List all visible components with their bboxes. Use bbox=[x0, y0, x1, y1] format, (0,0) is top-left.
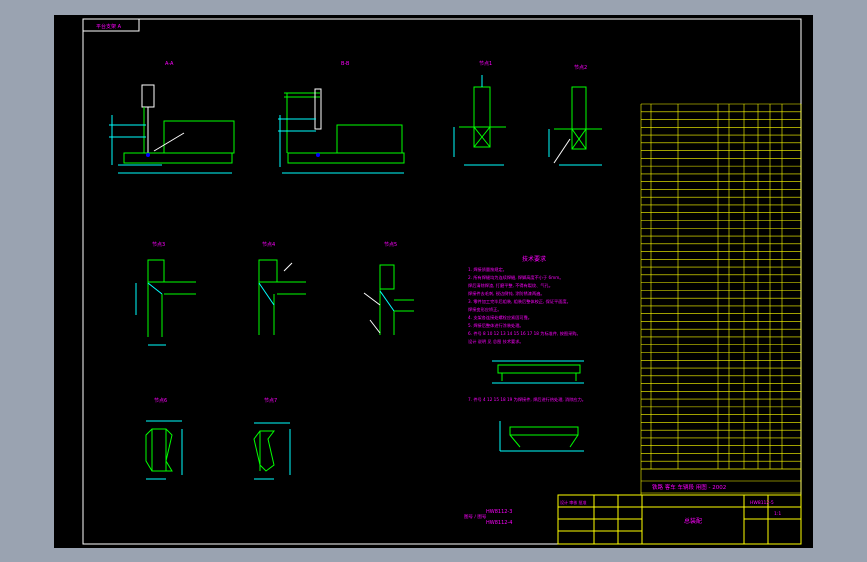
detail-7: 节点7 bbox=[253, 398, 291, 480]
svg-text:焊后清除焊渣, 打磨平整, 不得有裂纹、气孔。: 焊后清除焊渣, 打磨平整, 不得有裂纹、气孔。 bbox=[468, 282, 553, 289]
side-view: B-B bbox=[278, 61, 405, 174]
technical-notes: 技术要求 1. 焊接质量按规定。 2. 所有焊缝均为连续焊缝, 焊脚高度不小于 … bbox=[468, 255, 586, 403]
svg-text:焊接件去毛刺, 锐边倒钝, 涂防锈漆两遍。: 焊接件去毛刺, 锐边倒钝, 涂防锈漆两遍。 bbox=[468, 290, 545, 297]
svg-text:5. 焊接后整体进行涂装处理。: 5. 焊接后整体进行涂装处理。 bbox=[468, 322, 524, 329]
svg-text:1:1: 1:1 bbox=[774, 511, 781, 517]
drawing-no-a: HW8112-3 bbox=[486, 509, 512, 515]
svg-text:7. 件号 4 12 15 18 19 为焊接件, 焊后进行: 7. 件号 4 12 15 18 19 为焊接件, 焊后进行热处理, 消除应力。 bbox=[468, 396, 586, 403]
parts-table: 铁路 客车 车辆段 用图 - 2002 bbox=[640, 103, 802, 495]
side-base bbox=[287, 152, 405, 164]
org-line: 铁路 客车 车辆段 用图 - 2002 bbox=[652, 483, 726, 491]
svg-text:6. 件号 8 10 12 13 14 15 16 17 1: 6. 件号 8 10 12 13 14 15 16 17 18 为标准件, 按图… bbox=[468, 330, 581, 337]
notes-title: 技术要求 bbox=[522, 255, 546, 263]
stamp-text: 平台支架 A bbox=[96, 23, 122, 30]
svg-text:节点5: 节点5 bbox=[384, 242, 397, 248]
svg-text:焊接变形应矫正。: 焊接变形应矫正。 bbox=[468, 306, 502, 313]
drawing-sheet: 平台支架 A A-A B-B 节点1 节点2 节点3 节点4 节点5 节点6 节… bbox=[54, 15, 813, 548]
side-view-label: B-B bbox=[341, 61, 350, 67]
svg-text:节点6: 节点6 bbox=[154, 398, 167, 404]
note-sketch-1 bbox=[492, 360, 584, 384]
svg-text:节点1: 节点1 bbox=[479, 61, 492, 67]
svg-text:设计 审核 批准: 设计 审核 批准 bbox=[560, 499, 587, 505]
detail-5: 节点5 bbox=[363, 242, 414, 335]
svg-text:1. 焊接质量按规定。: 1. 焊接质量按规定。 bbox=[468, 266, 507, 273]
svg-text:HW8112-5: HW8112-5 bbox=[750, 500, 774, 506]
drawing-no-b: HW8112-4 bbox=[486, 520, 512, 526]
front-view: A-A bbox=[109, 61, 235, 174]
svg-text:节点7: 节点7 bbox=[264, 398, 277, 404]
svg-text:3. 零件加工完毕后组装, 组装后整体校正, 保证平面度。: 3. 零件加工完毕后组装, 组装后整体校正, 保证平面度。 bbox=[468, 298, 571, 305]
detail-4: 节点4 bbox=[258, 242, 306, 335]
detail-2: 节点2 bbox=[548, 65, 602, 166]
front-box bbox=[163, 120, 235, 154]
svg-text:节点2: 节点2 bbox=[574, 65, 587, 71]
detail-3: 节点3 bbox=[135, 242, 196, 346]
front-base bbox=[123, 152, 233, 164]
svg-text:节点4: 节点4 bbox=[262, 242, 275, 248]
title-block: 设计 审核 批准 总装配 HW8112-5 1:1 bbox=[557, 494, 802, 545]
front-post-top bbox=[141, 84, 155, 108]
side-box bbox=[336, 124, 403, 154]
svg-text:4. 支架各连接处螺栓应紧固可靠。: 4. 支架各连接处螺栓应紧固可靠。 bbox=[468, 314, 532, 321]
note-sketch-2 bbox=[499, 421, 584, 452]
cad-canvas: 平台支架 A A-A B-B 节点1 节点2 节点3 节点4 节点5 节点6 节… bbox=[82, 18, 802, 545]
svg-text:图号 / 图号: 图号 / 图号 bbox=[464, 514, 487, 520]
svg-text:设计 说明 见 总图 技术要求。: 设计 说明 见 总图 技术要求。 bbox=[468, 338, 524, 345]
drawing-title: 总装配 bbox=[684, 517, 702, 525]
front-view-label: A-A bbox=[165, 61, 174, 67]
detail-6: 节点6 bbox=[145, 398, 183, 480]
svg-text:2. 所有焊缝均为连续焊缝, 焊脚高度不小于 6mm。: 2. 所有焊缝均为连续焊缝, 焊脚高度不小于 6mm。 bbox=[468, 274, 564, 281]
detail-1: 节点1 bbox=[453, 61, 506, 166]
svg-text:节点3: 节点3 bbox=[152, 242, 165, 248]
